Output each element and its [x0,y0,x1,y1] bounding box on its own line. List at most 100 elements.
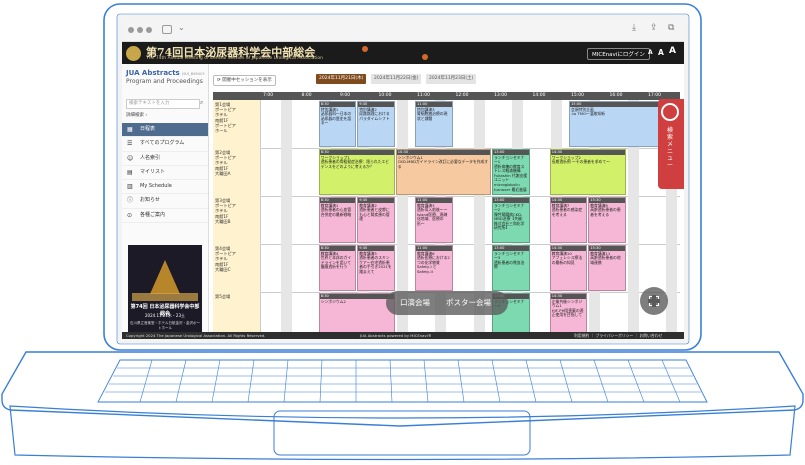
fullscreen-button[interactable] [640,287,668,315]
time-gridline [281,244,292,292]
session-title: ワークショップ1 透析患者の骨粗鬆症治療：限られたエビデンスをどのように考えるか… [320,154,390,169]
session-block[interactable]: 9:30 教育講演2 透析患者と皮膚にも心と腎疾患の管理 [357,197,395,243]
session-time: 13:00 [493,198,529,203]
site-logo[interactable]: JUA Abstracts JSUI_B96U03 [126,69,205,77]
session-time: 8:30 [319,150,394,155]
session-block[interactable]: 13:00 ランチョンセミナー1 透析病棟の教育ストレス軽減機構 Fukashin… [492,149,530,195]
session-block[interactable]: 15:30 教育講演8 高齢透析患者の患者を考える [588,197,626,243]
share-icon[interactable]: ⇪ [650,23,658,33]
session-time: 14:30 [550,294,587,299]
date-tab-day1[interactable]: 2024年11月21日(木) [316,74,367,84]
session-time: 14:30 [550,150,625,155]
session-time: 11:00 [416,198,452,203]
session-block[interactable]: 14:30 教育講演10 アフェレシス療法の最新の知見 [549,245,588,291]
session-time: 14:30 [550,246,587,251]
sidebar-item-author-index[interactable]: ☺ 人名索引 [122,152,208,166]
session-block[interactable]: 13:00 ランチョンセミナー2 慢性腎臓病CKD-MBD治療【共催：株式会社三和… [492,197,530,243]
room-label: 第5会場 [213,292,261,332]
sidebar-item-label: マイリスト [140,168,166,175]
footer-copyright: Copyright 2024 The Japanese Urological A… [126,333,266,338]
session-block[interactable]: 14:30 教育講演7 透析患者の感染症を考える [549,197,588,243]
room-label: 第4会場 ポートピア ホテル 南館1F 大輪田C [213,244,261,292]
venue-switch-pill: 口演会場 ポスター会場 [386,291,508,315]
session-time: 15:30 [589,198,625,203]
session-block[interactable]: 8:30 教育講演4 世界と本邦のガイドラインを用いて腹膜透析を行う [318,245,357,291]
time-header-label: 11:00 [417,93,430,98]
session-title: 会頭特別企画 -to TMG〜温故知新 [571,106,605,117]
society-crest-logo [126,46,141,61]
meeting-poster-image[interactable]: 第74回 日本泌尿器科学会中部総会 2024.11.21木・23土 石川県立音楽… [128,245,202,332]
session-title: 特別講演2 尿路病理における パラダイムシフト [359,106,390,121]
person-icon: ☺ [127,154,134,162]
date-tab-day3[interactable]: 2024年11月23日(土) [426,74,477,84]
session-block[interactable]: 11:00 特別講演3 腎細胞癌治療の現状と課題 [415,101,453,147]
window-close-button[interactable] [128,27,134,33]
session-block[interactable]: 8:30 シンポジウム2 [318,293,395,332]
app-screen: ⌄ ⤓ ⇪ ⧉ 第74回日本泌尿器科学会中部総会 The 74th Annual… [122,19,684,339]
chevron-down-icon[interactable]: ⌄ [178,23,185,32]
font-size-small-button[interactable]: A [648,49,653,56]
session-block[interactable]: 13:00 ランチョンセミナー3 透析患者の貧血治療 [492,245,530,291]
window-zoom-button[interactable] [146,27,152,33]
date-tab-day2[interactable]: 2024年11月22日(金) [371,74,422,84]
session-block[interactable]: 9:30 特別講演2 尿路病理における パラダイムシフト [357,101,395,147]
window-minimize-button[interactable] [137,27,143,33]
session-block[interactable]: 10:30 シンポジウム1 CKD-MBDガイドライン改訂に必要なデータを作成する [395,149,491,195]
refresh-icon: ⟳ [217,78,221,83]
search-icon[interactable]: ⌕ [200,99,203,107]
search-input[interactable]: 検索テキストを入力 [126,99,200,109]
session-block[interactable]: 14:30 ワークショップ2 長期透析例 〜その患者を求めて〜 [549,149,626,195]
login-button[interactable]: MICEnaviにログイン [587,48,650,60]
search-menu-side-tab[interactable]: 検索メニュー [658,99,684,189]
poster-venue-button[interactable]: ポスター会場 [446,297,491,308]
time-gridline [281,100,292,148]
session-time: 11:00 [416,246,452,251]
session-block[interactable]: 15:30 教育講演11 高齢透析患者の地域連携 [588,245,626,291]
oral-venue-button[interactable]: 口演会場 [400,297,430,308]
fullscreen-icon-gap [648,299,660,303]
sidebar-item-schedule[interactable]: ▦ 日程表 [122,123,208,138]
sidebar-item-label: 日程表 [140,126,156,132]
session-block[interactable]: 8:30 特別講演1 泌尿器科〜日本の泌尿器の歴史を語る〜 [318,101,357,147]
session-title: ランチョンセミナー3 透析患者の貧血治療 [494,250,525,270]
font-size-medium-button[interactable]: A [658,48,664,57]
sidebar-toggle-icon[interactable] [162,25,172,34]
session-title: 教育講演1 透析患者の心血管合併症の最新戦略 [320,202,352,217]
session-block[interactable]: 11:00 教育講演3 透析導入前後〜ーIsland医療、過疎化地域、医療の形〜 [415,197,453,243]
time-gridline [396,244,408,292]
advanced-search-link[interactable]: 詳細検索 › [126,112,147,118]
font-size-large-button[interactable]: A [669,46,676,56]
session-title: シンポジウム2 [320,298,346,304]
bookmark-icon: ▤ [127,168,133,176]
show-ongoing-sessions-button[interactable]: ⟳ 開催中セッションを表示 [213,75,276,86]
session-title: 教育講演6 透析医療における2つの化学物質Safety-I と Safety-I… [417,250,450,274]
sidebar-item-all-programs[interactable]: ☰ すべてのプログラム [122,137,208,152]
tabs-icon[interactable]: ⧉ [668,23,674,33]
sidebar-item-news[interactable]: ⓘ お知らせ [122,194,208,209]
session-block[interactable]: 11:00 教育講演6 透析医療における2つの化学物質Safety-I と Saf… [415,245,453,291]
download-icon[interactable]: ⤓ [632,23,636,33]
sidebar-item-my-list[interactable]: ▤ マイリスト [122,166,208,181]
session-block[interactable]: 15:00 会頭特別企画 -to TMG〜温故知新 [569,101,665,147]
time-header-label: 13:00 [494,93,507,98]
session-time: 9:30 [358,102,394,107]
session-time: 8:30 [319,246,356,251]
time-gridline [666,196,677,244]
session-block[interactable]: 14:30 企業共催シンポジウム1 HIF-PH阻害薬の適正使用を目指して [549,293,588,332]
session-block[interactable]: 8:30 ワークショップ1 透析患者の骨粗鬆症治療：限られたエビデンスをどのように… [318,149,395,195]
time-gridline [473,100,485,148]
footer-links[interactable]: 利用規約 ｜ プライバシーポリシー ｜ お問い合わせ [574,332,662,339]
info-icon: ⓘ [127,197,134,205]
page-footer: Copyright 2024 The Japanese Urological A… [122,332,684,339]
sidebar-item-my-schedule[interactable]: ▥ My Schedule [122,180,208,195]
browser-toolbar: ⌄ ⤓ ⇪ ⧉ [122,19,684,42]
session-block[interactable]: 8:30 教育講演1 透析患者の心血管合併症の最新戦略 [318,197,357,243]
session-time: 8:30 [319,198,356,203]
time-gridline [512,100,523,148]
session-block[interactable]: 9:30 教育講演5 透析患者のスキンケア〜在宅透析患者の手引き2021を踏まえて [357,245,395,291]
session-time: 8:30 [319,294,394,299]
session-title: 教育講演10 アフェレシス療法の最新の知見 [551,250,583,265]
room-label: 第2会場 ポートピア ホテル 南館1F 大輪田A [213,148,261,196]
decoration-icon [362,46,368,52]
sidebar-item-guides[interactable]: ⊙ 各種ご案内 [122,209,208,224]
